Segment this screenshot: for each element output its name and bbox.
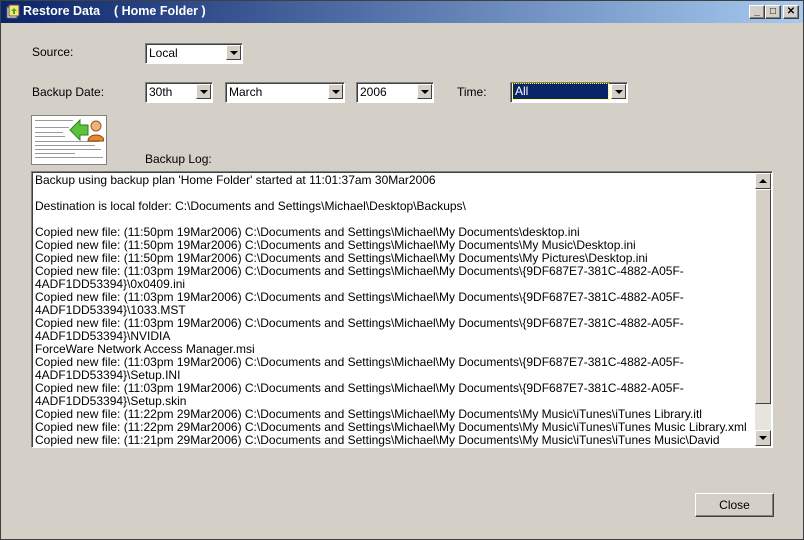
chevron-down-icon[interactable]: [611, 84, 626, 99]
day-dropdown[interactable]: 30th: [145, 82, 213, 103]
chevron-down-icon[interactable]: [328, 84, 343, 99]
close-window-button[interactable]: ✕: [783, 5, 799, 19]
backup-date-label: Backup Date:: [32, 85, 105, 99]
log-line: Copied new file: (11:03pm 19Mar2006) C:\…: [35, 316, 684, 356]
log-line: Destination is local folder: C:\Document…: [35, 199, 466, 213]
time-value: All: [512, 83, 609, 100]
backup-app-icon: [6, 4, 20, 19]
chevron-down-icon[interactable]: [226, 45, 241, 60]
year-value: 2006: [360, 85, 387, 99]
backup-log-label: Backup Log:: [145, 152, 212, 166]
backup-log-textbox[interactable]: Backup using backup plan 'Home Folder' s…: [31, 171, 773, 448]
scroll-down-icon[interactable]: [755, 430, 771, 446]
log-line: Copied new file: (11:03pm 19Mar2006) C:\…: [35, 381, 684, 408]
window-title: Restore Data ( Home Folder ): [23, 4, 206, 18]
source-value: Local: [149, 46, 178, 60]
log-line: Backup using backup plan 'Home Folder' s…: [35, 173, 436, 187]
time-label: Time:: [457, 85, 487, 99]
year-dropdown[interactable]: 2006: [356, 82, 434, 103]
log-line: Copied new file: (11:21pm 29Mar2006) C:\…: [35, 433, 720, 448]
source-dropdown[interactable]: Local: [145, 43, 243, 64]
chevron-down-icon[interactable]: [196, 84, 211, 99]
chevron-down-icon[interactable]: [417, 84, 432, 99]
restore-arrow-icon: [69, 118, 104, 142]
backup-log-content: Backup using backup plan 'Home Folder' s…: [35, 174, 753, 448]
log-line: Copied new file: (11:03pm 19Mar2006) C:\…: [35, 355, 684, 382]
scroll-up-icon[interactable]: [755, 173, 771, 189]
restore-data-window: Restore Data ( Home Folder ) _ □ ✕ Sourc…: [0, 0, 804, 540]
log-line: Copied new file: (11:03pm 19Mar2006) C:\…: [35, 290, 684, 317]
backup-log-thumbnail-icon: [31, 115, 107, 165]
log-line: Copied new file: (11:03pm 19Mar2006) C:\…: [35, 264, 684, 291]
time-dropdown[interactable]: All: [510, 82, 628, 103]
log-scrollbar[interactable]: [755, 173, 771, 446]
month-value: March: [229, 85, 263, 99]
minimize-button[interactable]: _: [749, 5, 765, 19]
month-dropdown[interactable]: March: [225, 82, 345, 103]
title-bar[interactable]: Restore Data ( Home Folder ) _ □ ✕: [1, 1, 803, 23]
scrollbar-thumb[interactable]: [755, 189, 771, 404]
close-button[interactable]: Close: [695, 493, 774, 517]
source-label: Source:: [32, 45, 74, 59]
maximize-button[interactable]: □: [765, 5, 781, 19]
day-value: 30th: [149, 85, 173, 99]
